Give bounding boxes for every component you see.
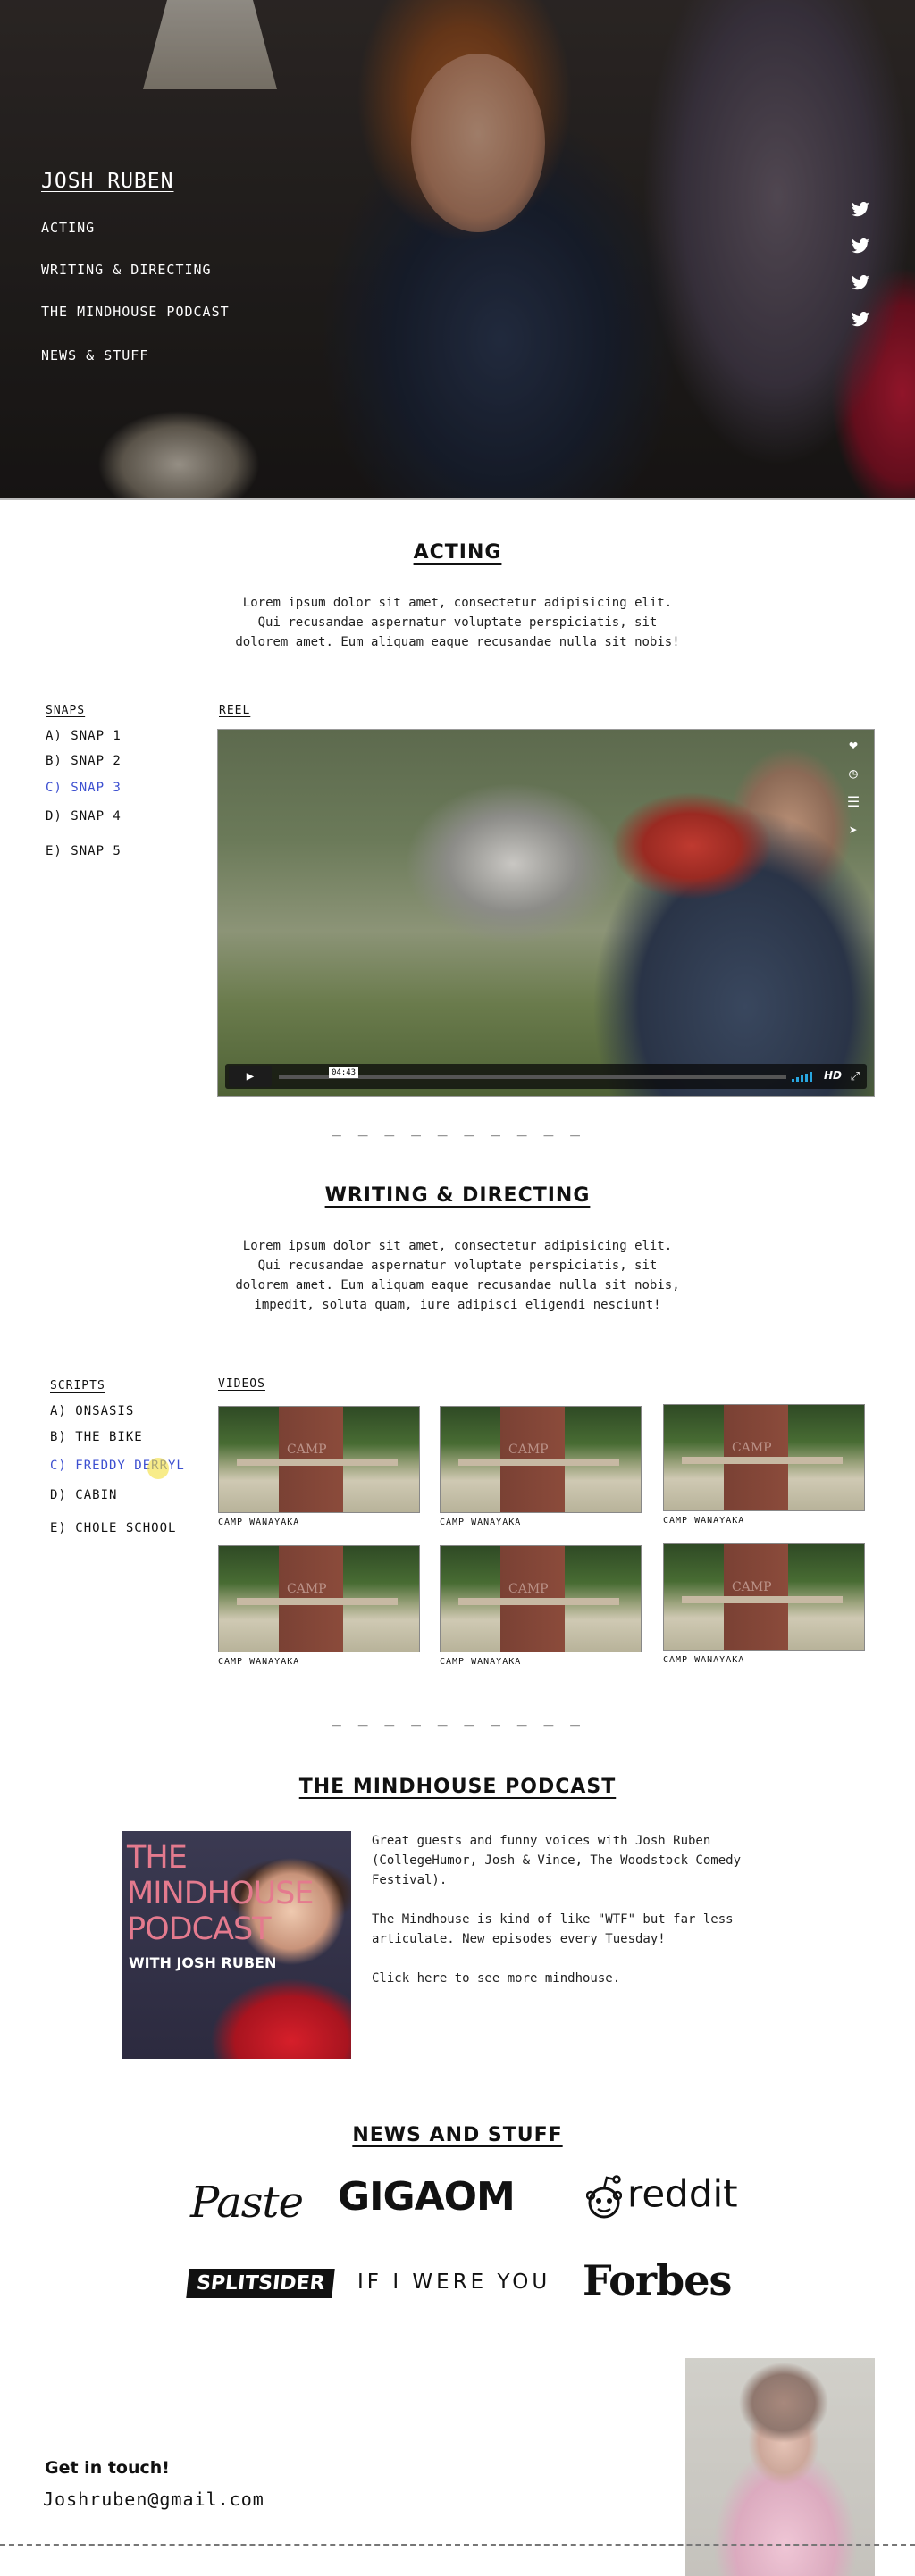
hd-toggle[interactable]: HD [824,1069,842,1082]
nav-writing-directing[interactable]: WRITING & DIRECTING [41,262,212,283]
script-item[interactable]: B) THE BIKE [50,1430,143,1444]
snap-item-active[interactable]: C) SNAP 3 [46,781,122,795]
writing-heading: WRITING & DIRECTING [324,1184,591,1207]
twitter-icon[interactable] [851,238,870,255]
hero-banner: JOSH RUBEN ACTING WRITING & DIRECTING TH… [0,0,915,500]
nav-news-stuff[interactable]: NEWS & STUFF [41,347,148,369]
social-links [851,202,872,348]
reel-label: REEL [219,704,251,717]
snaps-label: SNAPS [46,704,86,717]
heart-icon[interactable]: ❤ [844,735,863,755]
script-item[interactable]: D) CABIN [50,1488,117,1502]
fullscreen-icon[interactable]: ⤢ [851,1070,860,1083]
podcast-paragraph: The Mindhouse is kind of like "WTF" but … [372,1912,734,1946]
video-caption: CAMP WANAYAKA [663,1516,745,1526]
podcast-heading: THE MINDHOUSE PODCAST [298,1776,617,1798]
volume-icon[interactable] [792,1071,812,1082]
clock-icon[interactable]: ◷ [844,764,863,783]
podcast-more-link[interactable]: Click here to see more mindhouse. [372,1969,801,1988]
nav-mindhouse-podcast[interactable]: THE MINDHOUSE PODCAST [41,304,230,325]
send-icon[interactable]: ➤ [844,821,863,841]
video-thumbnail[interactable]: CAMP CAMP WANAYAKA [663,1543,865,1665]
reddit-logo[interactable]: reddit [586,2170,738,2222]
video-caption: CAMP WANAYAKA [218,1657,300,1667]
video-thumbnail[interactable]: CAMP CAMP WANAYAKA [218,1406,420,1527]
podcast-paragraph: Great guests and funny voices with Josh … [372,1834,742,1887]
twitter-icon[interactable] [851,202,870,218]
site-title[interactable]: JOSH RUBEN [41,170,173,193]
video-time: 04:43 [329,1067,359,1078]
video-caption: CAMP WANAYAKA [440,1657,522,1667]
twitter-icon[interactable] [851,312,870,328]
layers-icon[interactable]: ☰ [844,792,863,812]
footer-divider [0,2544,915,2546]
snap-item[interactable]: B) SNAP 2 [46,754,122,768]
snap-item[interactable]: E) SNAP 5 [46,844,122,858]
section-divider: _ _ _ _ _ _ _ _ _ _ [332,1118,583,1137]
cursor-highlight [147,1458,169,1479]
scripts-label: SCRIPTS [50,1379,105,1393]
acting-heading: ACTING [413,541,502,564]
forbes-logo[interactable]: Forbes [583,2256,732,2304]
script-item[interactable]: A) ONSASIS [50,1404,134,1418]
twitter-icon[interactable] [851,275,870,291]
video-thumbnail[interactable]: CAMP CAMP WANAYAKA [440,1545,642,1667]
contact-email-link[interactable]: Joshruben@gmail.com [43,2488,264,2510]
play-button[interactable]: ▶ [229,1066,272,1087]
if-i-were-you-logo[interactable]: IF I WERE YOU [357,2271,550,2294]
reddit-alien-icon [586,2175,622,2219]
acting-blurb: Lorem ipsum dolor sit amet, consectetur … [235,596,680,649]
video-thumbnail[interactable]: CAMP CAMP WANAYAKA [218,1545,420,1667]
section-divider: _ _ _ _ _ _ _ _ _ _ [332,1708,583,1727]
news-heading: NEWS AND STUFF [352,2124,563,2146]
video-caption: CAMP WANAYAKA [663,1655,745,1665]
progress-bar[interactable]: 04:43 [279,1067,786,1079]
splitsider-logo[interactable]: SPLITSIDER [186,2269,336,2298]
snap-item[interactable]: D) SNAP 4 [46,809,122,824]
videos-label: VIDEOS [218,1377,265,1391]
paste-logo[interactable]: Paste [190,2178,304,2228]
video-controls: ▶ 04:43 HD ⤢ [225,1064,867,1089]
video-thumbnail[interactable]: CAMP CAMP WANAYAKA [440,1406,642,1527]
contact-title: Get in touch! [45,2458,170,2478]
video-thumbnail[interactable]: CAMP CAMP WANAYAKA [663,1404,865,1526]
nav-acting[interactable]: ACTING [41,220,95,241]
reddit-wordmark: reddit [627,2171,738,2216]
video-caption: CAMP WANAYAKA [440,1518,522,1527]
script-item[interactable]: E) CHOLE SCHOOL [50,1521,176,1535]
snap-item[interactable]: A) SNAP 1 [46,729,122,743]
podcast-description: Great guests and funny voices with Josh … [372,1831,801,2008]
podcast-cover-art[interactable]: THE MINDHOUSE PODCAST WITH JOSH RUBEN [122,1831,351,2059]
gigaom-logo[interactable]: GIGAOM [338,2174,516,2220]
podcast-art-title: THE MINDHOUSE PODCAST [127,1840,314,1947]
reel-video-player[interactable]: ❤ ◷ ☰ ➤ ▶ 04:43 HD ⤢ [217,729,875,1097]
video-caption: CAMP WANAYAKA [218,1518,300,1527]
writing-blurb: Lorem ipsum dolor sit amet, consectetur … [235,1239,680,1312]
podcast-art-subtitle: WITH JOSH RUBEN [129,1954,277,1971]
